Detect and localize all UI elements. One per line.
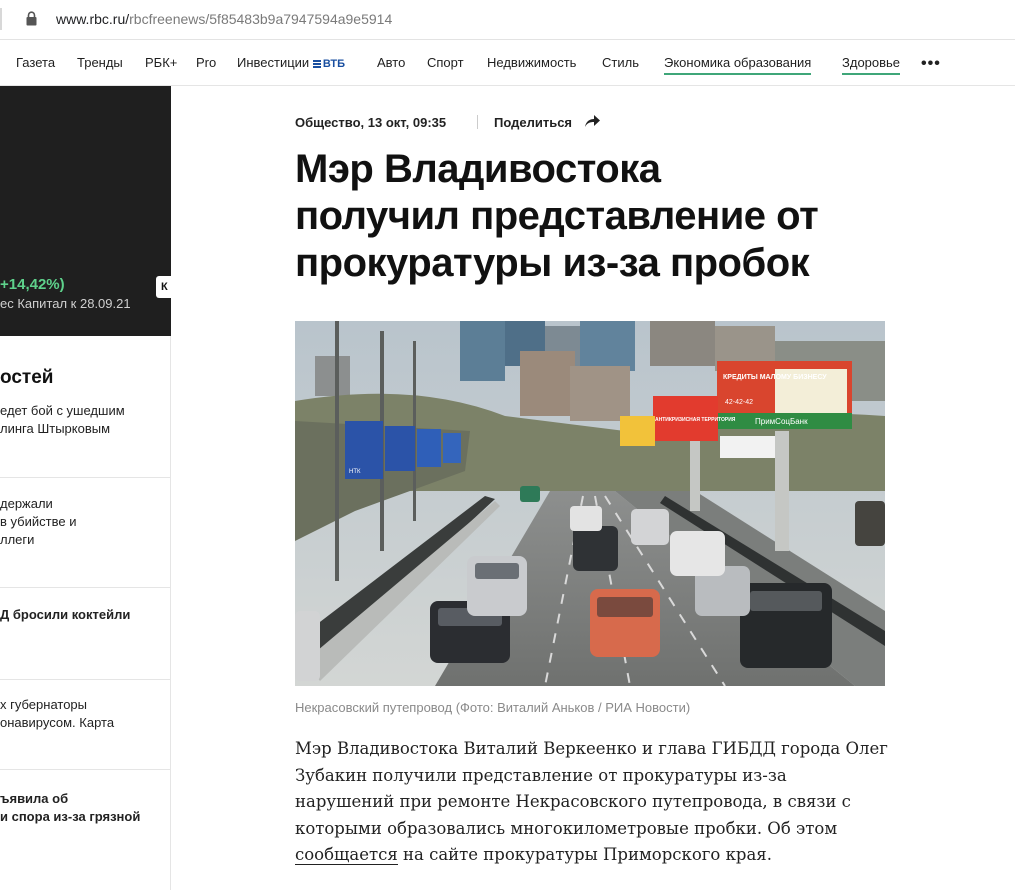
news-line: ъявила об <box>0 791 69 806</box>
title-line: Мэр Владивостока <box>295 147 661 191</box>
nav-item-sport[interactable]: Спорт <box>427 55 464 71</box>
share-button[interactable]: Поделиться <box>494 115 572 130</box>
body-line: Мэр Владивостока Виталий Веркеенко и гла… <box>295 739 888 758</box>
vtb-logo-text: ВТБ <box>322 58 345 70</box>
nav-item-style[interactable]: Стиль <box>602 55 639 71</box>
nav-item-auto[interactable]: Авто <box>377 55 405 71</box>
vtb-logo: ВТБ <box>312 58 345 70</box>
title-line: получил представление от <box>295 194 819 238</box>
news-feed-title: остей <box>0 367 54 388</box>
nav-item-trends[interactable]: Тренды <box>77 55 123 71</box>
top-navigation: Газета Тренды РБК+ Pro Инвестиции ВТБ Ав… <box>0 41 1015 86</box>
billboard-bank-text: ПримСоцБанк <box>755 417 808 426</box>
lock-icon <box>26 11 37 26</box>
url-domain: www.rbc.ru/ <box>56 11 130 27</box>
news-line: ллеги <box>0 532 35 547</box>
news-item[interactable]: ъявила об и спора из-за грязной <box>0 790 170 826</box>
nav-item-realty[interactable]: Недвижимость <box>487 55 576 71</box>
news-divider <box>0 679 170 680</box>
address-bar[interactable]: www.rbc.ru/rbcfreenews/5f85483b9a7947594… <box>0 0 1015 40</box>
nav-item-gazeta[interactable]: Газета <box>16 55 55 71</box>
news-divider <box>0 477 170 478</box>
nav-item-health[interactable]: Здоровье <box>842 55 901 75</box>
overpass-traffic-photo: НТК КРЕДИТЫ МАЛОМУ БИЗНЕСУ 42-42-42 Прим… <box>295 321 885 686</box>
share-arrow-icon[interactable] <box>584 113 601 129</box>
market-change-value: +14,42%) <box>0 276 65 293</box>
news-line: едет бой с ушедшим <box>0 403 125 418</box>
news-line: держали <box>0 496 53 511</box>
billboard-credit-text: КРЕДИТЫ МАЛОМУ БИЗНЕСУ <box>723 374 827 381</box>
source-link[interactable]: сообщается <box>295 845 398 865</box>
url-path: rbcfreenews/5f85483b9a7947594a9e5914 <box>129 11 393 27</box>
nav-item-pro[interactable]: Pro <box>196 55 216 71</box>
news-item[interactable]: держали в убийстве и ллеги <box>0 495 170 549</box>
tab-separator <box>0 8 2 30</box>
photo-caption: Некрасовский путепровод (Фото: Виталий А… <box>295 700 691 715</box>
market-note: ес Капитал к 28.09.21 <box>0 296 131 311</box>
news-line: в убийстве и <box>0 514 77 529</box>
nav-item-investments-label: Инвестиции <box>237 55 310 70</box>
market-widget[interactable]: +14,42%) ес Капитал к 28.09.21 К <box>0 86 171 336</box>
article-title: Мэр Владивостока получил представление о… <box>295 146 915 287</box>
billboard-ntk-text: НТК <box>349 469 361 475</box>
body-line: которыми образовались многокилометровые … <box>295 818 838 838</box>
billboard-anticrisis-text: АНТИКРИЗИСНАЯ ТЕРРИТОРИЯ <box>655 417 736 423</box>
url-text[interactable]: www.rbc.ru/rbcfreenews/5f85483b9a7947594… <box>56 11 392 27</box>
news-item[interactable]: едет бой с ушедшим линга Штырковым <box>0 402 170 438</box>
news-item[interactable]: Д бросили коктейли <box>0 606 170 624</box>
vtb-stripes-icon <box>312 59 321 69</box>
body-line: нарушений при ремонте Некрасовского путе… <box>295 792 851 811</box>
left-sidebar: +14,42%) ес Капитал к 28.09.21 К остей е… <box>0 86 171 890</box>
body-line: сообщается на сайте прокуратуры Приморск… <box>295 842 895 869</box>
nav-item-investments[interactable]: Инвестиции ВТБ <box>237 55 345 72</box>
news-divider <box>0 769 170 770</box>
news-line: и спора из-за грязной <box>0 809 141 824</box>
news-line: х губернаторы <box>0 697 87 712</box>
news-line: онавирусом. Карта <box>0 715 115 730</box>
nav-item-rbk-plus[interactable]: РБК+ <box>145 55 177 71</box>
article-body: Мэр Владивостока Виталий Веркеенко и гла… <box>295 736 895 869</box>
article-photo: НТК КРЕДИТЫ МАЛОМУ БИЗНЕСУ 42-42-42 Прим… <box>295 321 885 686</box>
news-item[interactable]: х губернаторы онавирусом. Карта <box>0 696 170 732</box>
nav-item-education-economy[interactable]: Экономика образования <box>664 55 812 75</box>
market-key-badge[interactable]: К <box>156 276 171 298</box>
news-line: Д бросили коктейли <box>0 607 131 622</box>
body-line: Зубакин получили представление от прокур… <box>295 765 787 785</box>
news-line: линга Штырковым <box>0 421 111 436</box>
body-line-rest: на сайте прокуратуры Приморского края. <box>397 845 772 864</box>
billboard-phone-text: 42-42-42 <box>725 399 753 406</box>
meta-divider <box>477 115 478 129</box>
title-line: прокуратуры из-за пробок <box>295 241 810 285</box>
more-menu-icon[interactable]: ••• <box>921 56 941 72</box>
article-rubric-date[interactable]: Общество, 13 окт, 09:35 <box>295 115 446 130</box>
news-divider <box>0 587 170 588</box>
